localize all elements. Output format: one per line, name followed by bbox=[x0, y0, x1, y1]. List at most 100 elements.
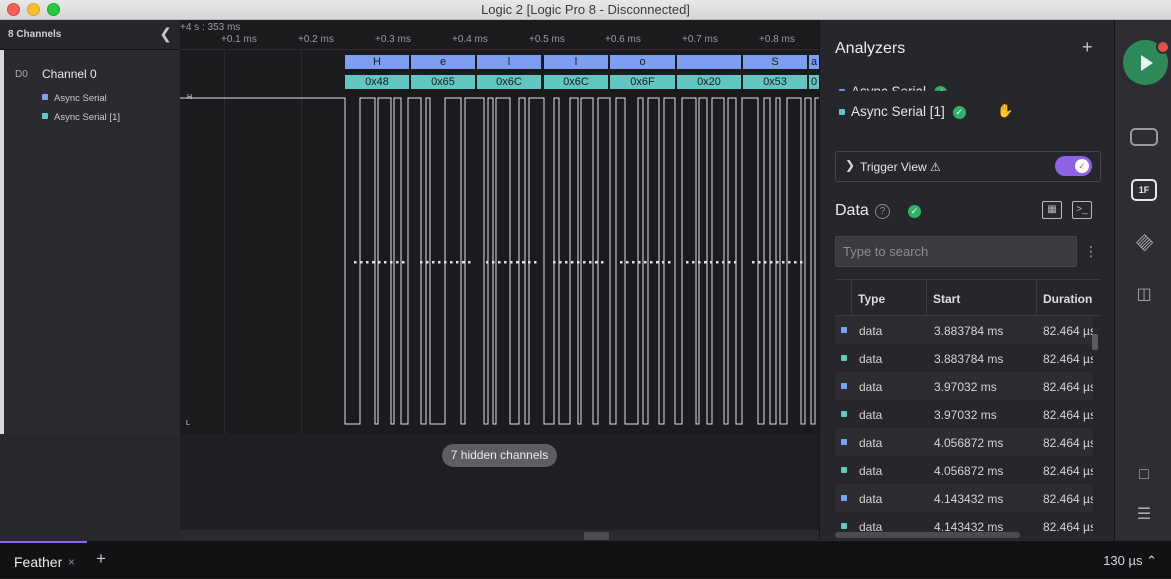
collapse-sidebar-icon[interactable]: ❮ bbox=[159, 25, 172, 43]
table-row[interactable]: data 4.056872 ms 82.464 µs bbox=[835, 456, 1093, 484]
sample-dot bbox=[438, 261, 441, 264]
chat-feedback-icon[interactable]: □ bbox=[1130, 466, 1158, 484]
right-tool-rail: 1F ▤ ◫ □ ☰ bbox=[1114, 20, 1171, 540]
check-icon: ✓ bbox=[908, 205, 921, 218]
sidebar-analyzer-async-serial[interactable]: Async Serial bbox=[42, 93, 107, 104]
extensions-icon[interactable]: ◫ bbox=[1130, 284, 1158, 304]
search-input[interactable] bbox=[835, 236, 1077, 267]
trigger-view-label: Trigger View ⚠ bbox=[860, 160, 941, 174]
table-row[interactable]: data 4.056872 ms 82.464 µs bbox=[835, 428, 1093, 456]
sample-dot bbox=[450, 261, 453, 264]
device-settings-icon[interactable] bbox=[1130, 128, 1158, 146]
table-row[interactable]: data 3.97032 ms 82.464 µs bbox=[835, 372, 1093, 400]
sidebar-analyzer-async-serial-1[interactable]: Async Serial [1] bbox=[42, 112, 120, 123]
sample-dot bbox=[366, 261, 369, 264]
terminal-view-icon[interactable]: >_ bbox=[1072, 201, 1092, 219]
check-icon: ✓ bbox=[952, 106, 966, 119]
measurement-ruler-icon[interactable]: ▤ bbox=[1127, 225, 1161, 259]
chevron-right-icon[interactable]: ❯ bbox=[845, 158, 855, 172]
column-header-type[interactable]: Type bbox=[858, 292, 885, 306]
analyzer-color-swatch bbox=[839, 109, 845, 115]
cell-duration: 82.464 µs bbox=[1043, 352, 1093, 366]
sample-dot bbox=[704, 261, 707, 264]
sample-dot bbox=[716, 261, 719, 264]
hidden-channels-button[interactable]: 7 hidden channels bbox=[442, 444, 557, 467]
row-color-swatch bbox=[841, 411, 847, 417]
table-view-icon[interactable]: ▦ bbox=[1042, 201, 1062, 219]
sample-dot bbox=[638, 261, 641, 264]
table-vertical-scrollbar[interactable] bbox=[1092, 316, 1098, 540]
trigger-view-toggle[interactable]: ✓ bbox=[1055, 156, 1092, 176]
check-icon: ✓ bbox=[934, 86, 948, 91]
row-color-swatch bbox=[841, 467, 847, 473]
add-tab-button[interactable]: + bbox=[96, 549, 106, 569]
channel-row[interactable]: D0 Channel 0 Async Serial Async Serial [… bbox=[0, 50, 180, 434]
sample-dot bbox=[504, 261, 507, 264]
session-tab-label: Feather bbox=[14, 554, 63, 570]
cell-duration: 82.464 µs bbox=[1043, 520, 1093, 534]
horizontal-scrollbar[interactable] bbox=[180, 530, 819, 540]
sample-dot bbox=[559, 261, 562, 264]
sample-dot bbox=[565, 261, 568, 264]
sidebar-footer bbox=[0, 434, 180, 540]
column-header-duration[interactable]: Duration bbox=[1043, 292, 1092, 306]
column-header-start[interactable]: Start bbox=[933, 292, 960, 306]
sample-dot bbox=[571, 261, 574, 264]
cell-start: 4.056872 ms bbox=[934, 464, 1004, 478]
sample-dot bbox=[595, 261, 598, 264]
analyzer-label: Async Serial bbox=[54, 93, 107, 104]
analyzers-tab-icon[interactable]: 1F bbox=[1131, 179, 1157, 201]
cell-type: data bbox=[859, 352, 883, 366]
cell-start: 3.883784 ms bbox=[934, 324, 1004, 338]
row-color-swatch bbox=[841, 327, 847, 333]
sample-dot bbox=[728, 261, 731, 264]
table-row[interactable]: data 3.883784 ms 82.464 µs bbox=[835, 344, 1093, 372]
sample-dot bbox=[372, 261, 375, 264]
zoom-level[interactable]: 130 µs ⌃ bbox=[1103, 553, 1157, 569]
analyzers-panel: Analyzers + Async Serial ✓ Async Serial [… bbox=[819, 20, 1114, 540]
sample-dot bbox=[644, 261, 647, 264]
sample-dot bbox=[650, 261, 653, 264]
data-table: Type Start Duration data 3.883784 ms 82.46… bbox=[835, 279, 1100, 540]
cell-duration: 82.464 µs bbox=[1043, 464, 1093, 478]
table-row[interactable]: data 4.143432 ms 82.464 µs bbox=[835, 484, 1093, 512]
channel-count-label: 8 Channels bbox=[8, 29, 62, 40]
sample-dot bbox=[770, 261, 773, 264]
scrollbar-thumb[interactable] bbox=[1092, 334, 1098, 350]
cell-start: 4.143432 ms bbox=[934, 492, 1004, 506]
cell-type: data bbox=[859, 380, 883, 394]
channel-name[interactable]: Channel 0 bbox=[42, 67, 97, 81]
help-icon[interactable]: ? bbox=[875, 204, 890, 219]
cell-type: data bbox=[859, 436, 883, 450]
waveform-view[interactable]: +4 s : 353 ms +0.1 ms +0.2 ms +0.3 ms +0… bbox=[180, 20, 819, 434]
bottom-bar: Feather × + 130 µs ⌃ bbox=[0, 540, 1171, 578]
sample-dot bbox=[492, 261, 495, 264]
menu-icon[interactable]: ☰ bbox=[1130, 504, 1158, 524]
session-tab[interactable]: Feather × bbox=[0, 541, 87, 579]
table-row[interactable]: data 3.97032 ms 82.464 µs bbox=[835, 400, 1093, 428]
sample-dot bbox=[656, 261, 659, 264]
more-options-icon[interactable]: ⋮ bbox=[1084, 243, 1098, 260]
analyzer-item-async-serial-1[interactable]: Async Serial [1] ✓ bbox=[839, 104, 966, 119]
channel-id: D0 bbox=[15, 69, 28, 80]
row-color-swatch bbox=[841, 383, 847, 389]
analyzer-item-async-serial[interactable]: Async Serial ✓ bbox=[839, 84, 948, 91]
trigger-view-row[interactable]: ❯ Trigger View ⚠ ✓ bbox=[835, 151, 1101, 182]
column-divider bbox=[1036, 280, 1037, 317]
toggle-knob-check-icon: ✓ bbox=[1075, 159, 1089, 173]
analyzer-color-swatch bbox=[839, 89, 845, 91]
grab-cursor-icon: ✋ bbox=[997, 103, 1014, 118]
analyzers-title: Analyzers bbox=[835, 40, 906, 57]
sample-dot bbox=[764, 261, 767, 264]
add-analyzer-button[interactable]: + bbox=[1082, 37, 1093, 58]
sample-dot bbox=[390, 261, 393, 264]
sample-dot bbox=[800, 261, 803, 264]
table-row[interactable]: data 3.883784 ms 82.464 µs bbox=[835, 316, 1093, 344]
close-tab-icon[interactable]: × bbox=[68, 555, 75, 569]
column-divider bbox=[851, 280, 852, 317]
play-icon bbox=[1141, 55, 1153, 71]
column-divider bbox=[926, 280, 927, 317]
table-horizontal-scrollbar[interactable] bbox=[835, 532, 1020, 538]
scrollbar-thumb[interactable] bbox=[584, 532, 609, 540]
cell-type: data bbox=[859, 408, 883, 422]
